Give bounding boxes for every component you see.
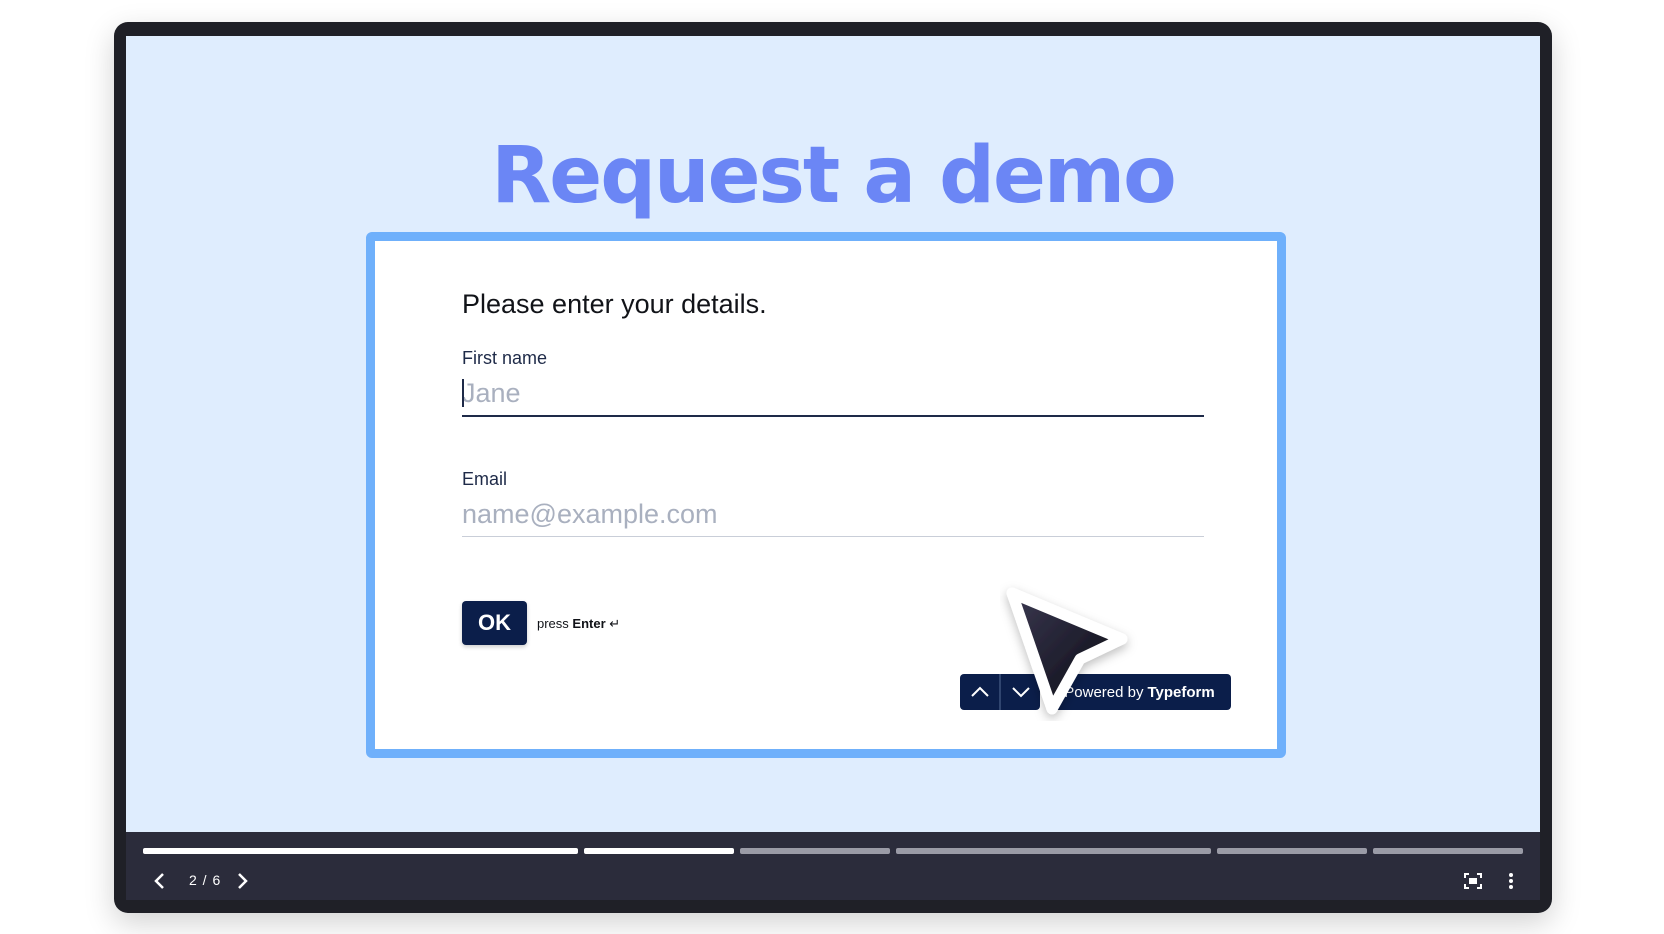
page-title: Request a demo — [491, 131, 1176, 221]
mouse-pointer-icon — [1006, 587, 1128, 715]
enter-key-icon: ↵ — [609, 616, 621, 631]
ok-button[interactable]: OK — [462, 601, 527, 645]
chevron-left-icon — [154, 873, 164, 889]
progress-segment-3[interactable] — [740, 848, 890, 854]
slide-progress — [143, 848, 1523, 854]
more-options-button[interactable] — [1498, 868, 1524, 894]
press-prefix: press — [537, 616, 569, 631]
press-enter-hint: press Enter ↵ — [537, 616, 620, 632]
fullscreen-icon — [1464, 873, 1482, 889]
previous-slide-button[interactable] — [146, 868, 172, 894]
form-question: Please enter your details. — [462, 289, 767, 319]
progress-segment-5[interactable] — [1217, 848, 1367, 854]
press-key: Enter — [572, 616, 606, 631]
page-counter: 2 / 6 — [189, 872, 222, 888]
first-name-underline — [462, 415, 1204, 417]
presentation-screen: Request a demo Please enter your details… — [126, 36, 1540, 832]
progress-segment-1[interactable] — [143, 848, 578, 854]
player-controls: 2 / 6 — [126, 832, 1540, 900]
email-input[interactable] — [462, 494, 1204, 534]
powered-brand: Typeform — [1147, 683, 1215, 701]
previous-question-button[interactable] — [960, 674, 999, 710]
typeform-embed: Please enter your details. First name Em… — [366, 232, 1286, 758]
fullscreen-button[interactable] — [1460, 868, 1486, 894]
progress-segment-2[interactable] — [584, 848, 734, 854]
email-underline — [462, 536, 1204, 537]
email-label: Email — [462, 469, 508, 489]
chevron-up-icon — [970, 686, 989, 697]
next-slide-button[interactable] — [230, 868, 256, 894]
first-name-label: First name — [462, 348, 548, 368]
progress-segment-6[interactable] — [1373, 848, 1523, 854]
progress-segment-4[interactable] — [896, 848, 1211, 854]
device-frame: Request a demo Please enter your details… — [114, 22, 1552, 913]
first-name-input[interactable] — [462, 373, 1204, 413]
text-caret — [462, 379, 464, 407]
chevron-right-icon — [238, 873, 248, 889]
more-vertical-icon — [1509, 873, 1513, 889]
